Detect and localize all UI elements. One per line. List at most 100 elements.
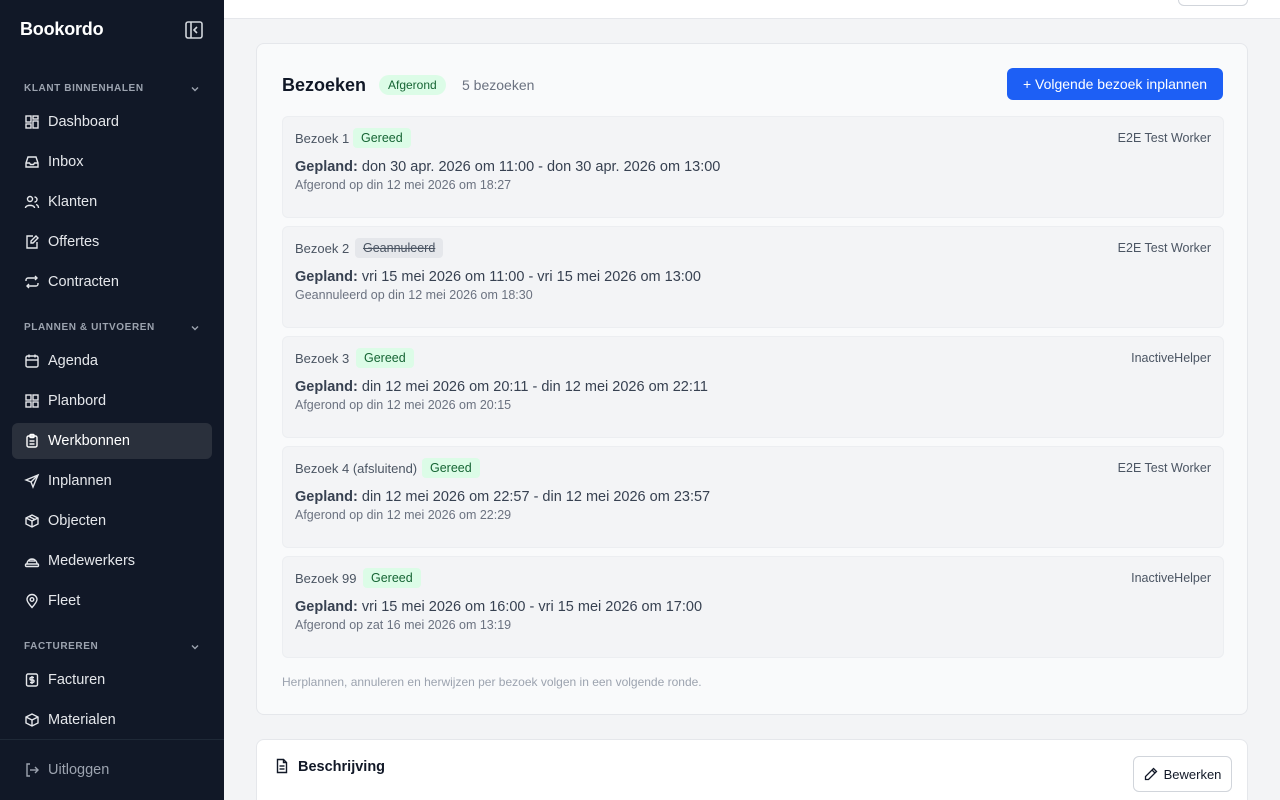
dashboard-icon — [25, 115, 39, 129]
sidebar-item-werkbonnen[interactable]: Werkbonnen — [12, 423, 212, 459]
logout-button[interactable]: Uitloggen — [12, 752, 212, 788]
visits-title: Bezoeken — [282, 75, 367, 95]
visit-item[interactable]: Bezoek 3 Gereed InactiveHelper Gepland: … — [282, 336, 1224, 438]
quote-icon — [26, 235, 39, 249]
visit-label: Bezoek 4 (afsluitend) — [295, 461, 418, 476]
sidebar-item-inbox[interactable]: Inbox — [12, 144, 212, 180]
sidebar-item-label: Facturen — [48, 672, 106, 688]
chevron-down-icon — [191, 644, 199, 649]
visit-worker: E2E Test Worker — [1117, 241, 1211, 255]
sidebar-item-label: Materialen — [48, 712, 116, 728]
sidebar-item-dashboard[interactable]: Dashboard — [12, 104, 212, 140]
helmet-icon — [24, 558, 40, 568]
visit-status-badge: Geannuleerd — [355, 238, 444, 258]
sidebar-item-label: Offertes — [48, 234, 100, 250]
brand-logo[interactable]: Bookordo — [20, 19, 104, 40]
status-badge: Afgerond — [379, 75, 446, 95]
sidebar-item-label: Dashboard — [48, 114, 119, 130]
visit-completed-at: Afgerond op zat 16 mei 2026 om 13:19 — [295, 618, 512, 632]
section-factureren[interactable]: FACTUREREN — [24, 641, 200, 652]
visit-completed-at: Afgerond op din 12 mei 2026 om 22:29 — [295, 508, 512, 522]
sidebar-item-medewerkers[interactable]: Medewerkers — [12, 543, 212, 579]
section-plannen-uitvoeren[interactable]: PLANNEN & UITVOEREN — [24, 322, 200, 333]
sidebar-item-facturen[interactable]: Facturen — [12, 662, 212, 698]
repeat-icon — [25, 275, 39, 289]
planned-range: din 12 mei 2026 om 22:57 - din 12 mei 20… — [361, 489, 711, 505]
sidebar-item-planbord[interactable]: Planbord — [12, 383, 212, 419]
box-icon — [25, 514, 39, 528]
sidebar-item-klanten[interactable]: Klanten — [12, 184, 212, 220]
visit-item[interactable]: Bezoek 2 Geannuleerd E2E Test Worker Gep… — [282, 226, 1224, 328]
visits-card: Bezoeken Afgerond 5 bezoeken + Volgende … — [256, 43, 1248, 715]
visit-status-badge: Gereed — [363, 568, 421, 588]
chevron-down-icon — [191, 325, 199, 330]
edit-description-button[interactable]: Bewerken — [1133, 756, 1232, 792]
planned-prefix: Gepland: — [295, 489, 358, 505]
visit-item[interactable]: Bezoek 4 (afsluitend) Gereed E2E Test Wo… — [282, 446, 1224, 548]
topbar-action-button[interactable] — [1178, 0, 1248, 6]
sidebar-item-agenda[interactable]: Agenda — [12, 343, 212, 379]
visit-worker: InactiveHelper — [1131, 571, 1211, 585]
map-pin-icon — [26, 593, 38, 609]
schedule-next-visit-button[interactable]: + Volgende bezoek inplannen — [1007, 68, 1223, 100]
board-icon — [25, 394, 39, 408]
planned-range: vri 15 mei 2026 om 16:00 - vri 15 mei 20… — [361, 599, 703, 615]
visit-worker: InactiveHelper — [1131, 351, 1211, 365]
planned-range: vri 15 mei 2026 om 11:00 - vri 15 mei 20… — [361, 269, 701, 285]
planned-prefix: Gepland: — [295, 159, 358, 175]
visit-item[interactable]: Bezoek 1 Gereed E2E Test Worker Gepland:… — [282, 116, 1224, 218]
visit-planned: Gepland: vri 15 mei 2026 om 16:00 - vri … — [295, 599, 702, 615]
visit-label: Bezoek 3 — [295, 351, 350, 366]
visit-worker: E2E Test Worker — [1117, 131, 1211, 145]
planned-range: don 30 apr. 2026 om 11:00 - don 30 apr. … — [361, 159, 721, 175]
top-bar — [224, 0, 1280, 19]
collapse-sidebar-button[interactable] — [184, 20, 204, 40]
visit-count: 5 bezoeken — [462, 77, 535, 93]
sidebar-item-label: Inplannen — [48, 473, 112, 489]
inbox-icon — [25, 156, 39, 168]
logout-icon — [26, 763, 39, 777]
sidebar-item-label: Agenda — [48, 353, 98, 369]
edit-button-label: Bewerken — [1163, 766, 1222, 782]
sidebar-item-label: Contracten — [48, 274, 119, 290]
sidebar-item-inplannen[interactable]: Inplannen — [12, 463, 212, 499]
visit-item[interactable]: Bezoek 99 Gereed InactiveHelper Gepland:… — [282, 556, 1224, 658]
invoice-icon — [25, 673, 39, 687]
visit-planned: Gepland: don 30 apr. 2026 om 11:00 - don… — [295, 159, 720, 175]
visit-worker: E2E Test Worker — [1117, 461, 1211, 475]
sidebar-item-label: Klanten — [48, 194, 98, 210]
visit-label: Bezoek 99 — [295, 571, 357, 586]
planned-prefix: Gepland: — [295, 379, 358, 395]
visits-footnote: Herplannen, annuleren en herwijzen per b… — [282, 675, 702, 689]
visit-label: Bezoek 1 — [295, 131, 350, 146]
logout-label: Uitloggen — [48, 762, 110, 778]
users-icon — [24, 195, 40, 209]
visit-completed-at: Afgerond op din 12 mei 2026 om 20:15 — [295, 398, 512, 412]
planned-prefix: Gepland: — [295, 269, 358, 285]
clipboard-icon — [26, 433, 38, 448]
sidebar-item-label: Objecten — [48, 513, 107, 529]
sidebar-item-contracten[interactable]: Contracten — [12, 264, 212, 300]
sidebar-item-label: Werkbonnen — [48, 433, 130, 449]
description-card: Beschrijving Bewerken — [256, 739, 1248, 800]
sidebar-item-label: Fleet — [48, 593, 81, 609]
section-label-text: KLANT BINNENHALEN — [24, 83, 144, 94]
sidebar-item-materialen[interactable]: Materialen — [12, 702, 212, 738]
sidebar-item-offertes[interactable]: Offertes — [12, 224, 212, 260]
sidebar-item-objecten[interactable]: Objecten — [12, 503, 212, 539]
sidebar-item-label: Planbord — [48, 393, 107, 409]
pencil-icon — [1144, 767, 1158, 781]
section-klant-binnenhalen[interactable]: KLANT BINNENHALEN — [24, 83, 200, 94]
sidebar: Bookordo KLANT BINNENHALEN Dashboard Inb… — [0, 0, 224, 800]
send-icon — [24, 473, 40, 489]
visit-label: Bezoek 2 — [295, 241, 350, 256]
visit-planned: Gepland: din 12 mei 2026 om 20:11 - din … — [295, 379, 708, 395]
calendar-icon — [25, 354, 39, 368]
visit-status-badge: Gereed — [422, 458, 480, 478]
sidebar-item-fleet[interactable]: Fleet — [12, 583, 212, 619]
planned-range: din 12 mei 2026 om 20:11 - din 12 mei 20… — [361, 379, 708, 395]
sidebar-footer: Uitloggen — [0, 739, 224, 800]
visit-status-badge: Gereed — [353, 128, 411, 148]
visit-cancelled-at: Geannuleerd op din 12 mei 2026 om 18:30 — [295, 288, 533, 302]
visit-planned: Gepland: din 12 mei 2026 om 22:57 - din … — [295, 489, 710, 505]
